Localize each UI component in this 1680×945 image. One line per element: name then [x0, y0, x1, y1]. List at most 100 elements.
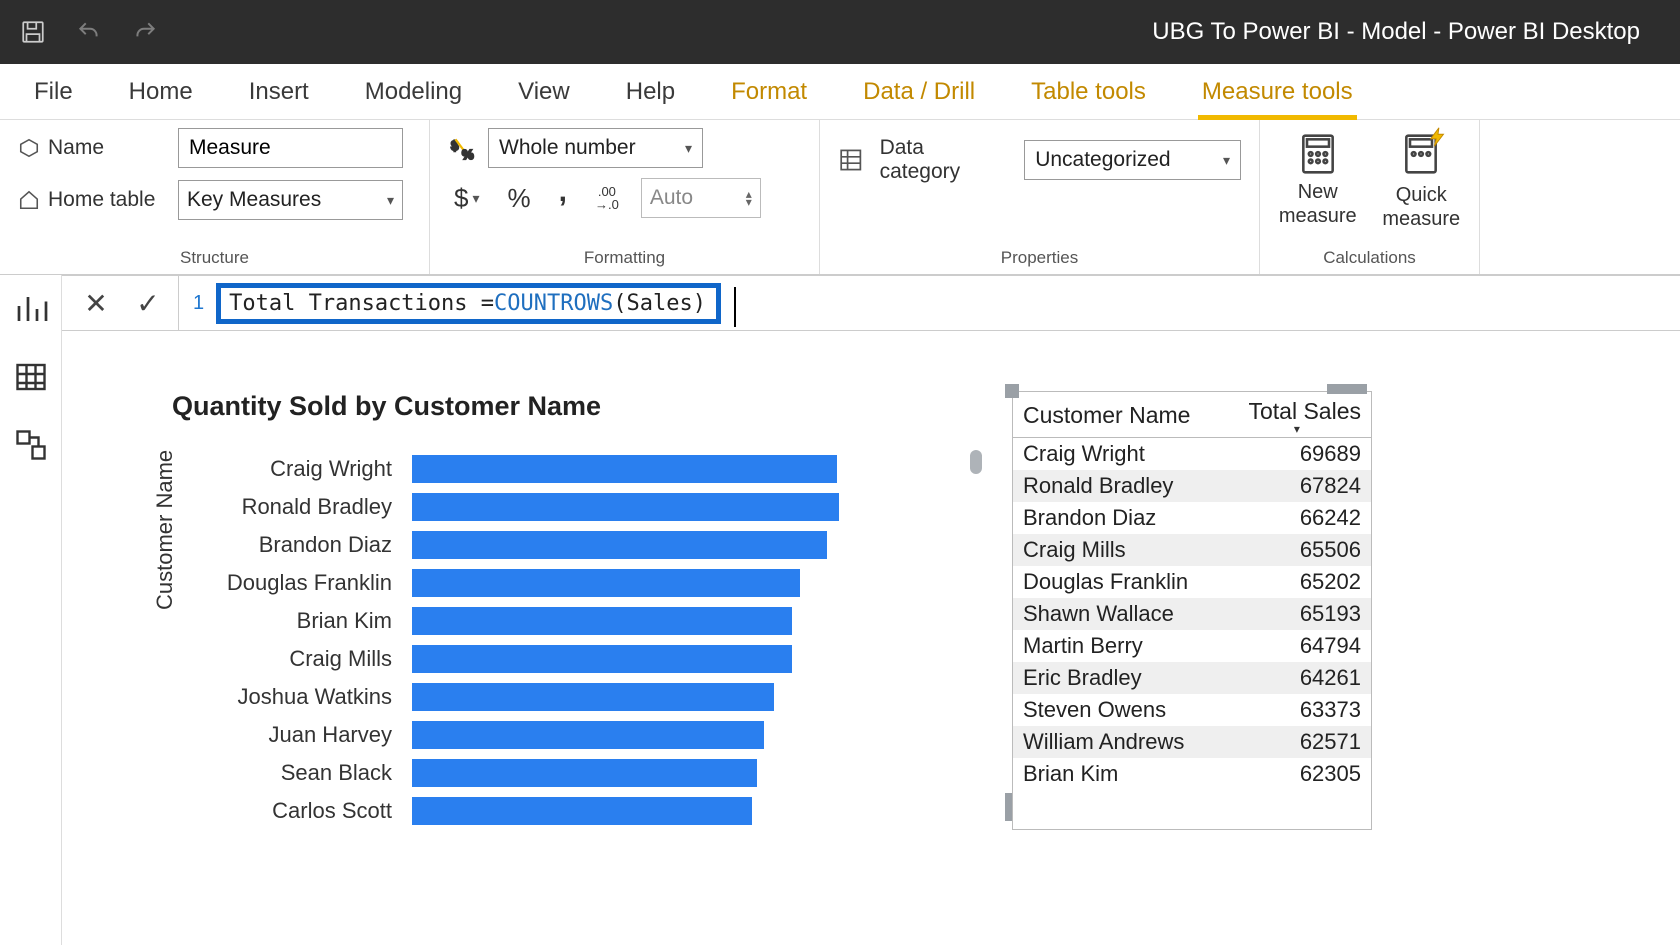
bar[interactable]	[412, 721, 764, 749]
table-scrollbar[interactable]	[1005, 793, 1012, 821]
table-visual[interactable]: Customer Name Total Sales ▾ Craig Wright…	[1012, 391, 1372, 830]
bar[interactable]	[412, 797, 752, 825]
bar-row[interactable]: Sean Black	[412, 754, 952, 792]
cell-sales: 66242	[1223, 502, 1371, 534]
tab-insert[interactable]: Insert	[245, 66, 313, 118]
tab-view[interactable]: View	[514, 66, 574, 118]
bar[interactable]	[412, 569, 800, 597]
data-category-select[interactable]: Uncategorized ▾	[1024, 140, 1241, 180]
quick-measure-button[interactable]: Quick measure	[1382, 132, 1462, 231]
bar-row[interactable]: Brandon Diaz	[412, 526, 952, 564]
formula-editor[interactable]: 1 Total Transactions = COUNTROWS( Sales …	[179, 283, 721, 324]
report-view-button[interactable]	[13, 291, 49, 327]
bar[interactable]	[412, 531, 827, 559]
bar-row[interactable]: Douglas Franklin	[412, 564, 952, 602]
bar[interactable]	[412, 493, 839, 521]
table-header-name[interactable]: Customer Name	[1013, 392, 1223, 438]
content-area: ✕ ✓ 1 Total Transactions = COUNTROWS( Sa…	[0, 275, 1680, 945]
tab-table-tools[interactable]: Table tools	[1027, 66, 1150, 118]
home-table-value: Key Measures	[187, 188, 321, 212]
cell-name: Brian Kim	[1013, 758, 1223, 790]
bar-label: Craig Wright	[172, 456, 402, 482]
home-table-label: Home table	[48, 188, 155, 212]
table-row[interactable]: Brandon Diaz66242	[1013, 502, 1371, 534]
tab-help[interactable]: Help	[622, 66, 679, 118]
table-row[interactable]: Ronald Bradley67824	[1013, 470, 1371, 502]
tab-modeling[interactable]: Modeling	[361, 66, 466, 118]
table-header-sales[interactable]: Total Sales ▾	[1223, 392, 1371, 438]
cell-name: Shawn Wallace	[1013, 598, 1223, 630]
calculator-icon	[1296, 132, 1340, 176]
format-mode-icon[interactable]: $%	[448, 134, 476, 162]
tab-measure-tools[interactable]: Measure tools	[1198, 66, 1357, 118]
cell-sales: 64261	[1223, 662, 1371, 694]
table-row[interactable]: Craig Mills65506	[1013, 534, 1371, 566]
table-row[interactable]: Martin Berry64794	[1013, 630, 1371, 662]
table-row[interactable]: Craig Wright69689	[1013, 438, 1371, 471]
measure-name-input[interactable]	[178, 128, 403, 168]
chart-title: Quantity Sold by Customer Name	[172, 391, 952, 422]
tab-data-drill[interactable]: Data / Drill	[859, 66, 979, 118]
cell-name: Ronald Bradley	[1013, 470, 1223, 502]
formula-cancel-button[interactable]: ✕	[82, 287, 110, 320]
table-row[interactable]: Brian Kim62305	[1013, 758, 1371, 790]
formula-commit-button[interactable]: ✓	[134, 287, 162, 320]
table-row[interactable]: Douglas Franklin65202	[1013, 566, 1371, 598]
bar-label: Carlos Scott	[172, 798, 402, 824]
home-table-select[interactable]: Key Measures ▾	[178, 180, 403, 220]
tag-icon	[18, 137, 40, 159]
new-measure-button[interactable]: New measure	[1278, 132, 1358, 231]
percent-button[interactable]: %	[502, 178, 537, 218]
number-format-select[interactable]: Whole number ▾	[488, 128, 703, 168]
cell-sales: 62571	[1223, 726, 1371, 758]
new-measure-label: New measure	[1278, 180, 1358, 228]
cell-name: Martin Berry	[1013, 630, 1223, 662]
formula-text[interactable]: Total Transactions = COUNTROWS( Sales )	[216, 283, 721, 324]
tab-format[interactable]: Format	[727, 66, 811, 118]
bar-row[interactable]: Joshua Watkins	[412, 678, 952, 716]
bar-row[interactable]: Brian Kim	[412, 602, 952, 640]
bar-row[interactable]: Juan Harvey	[412, 716, 952, 754]
table-row[interactable]: William Andrews62571	[1013, 726, 1371, 758]
redo-icon[interactable]	[132, 19, 158, 45]
model-view-button[interactable]	[13, 427, 49, 463]
bar-label: Brian Kim	[172, 608, 402, 634]
data-view-button[interactable]	[13, 359, 49, 395]
sort-desc-icon: ▾	[1233, 425, 1361, 433]
table-row[interactable]: Shawn Wallace65193	[1013, 598, 1371, 630]
decimals-button[interactable]: .00 →.0	[589, 178, 625, 218]
decimals-spinner[interactable]: Auto ▴▾	[641, 178, 761, 218]
bar-row[interactable]: Ronald Bradley	[412, 488, 952, 526]
bar-row[interactable]: Craig Wright	[412, 450, 952, 488]
cell-sales: 65193	[1223, 598, 1371, 630]
save-icon[interactable]	[20, 19, 46, 45]
table-row[interactable]: Steven Owens63373	[1013, 694, 1371, 726]
spinner-arrows-icon[interactable]: ▴▾	[746, 190, 752, 206]
bar-label: Juan Harvey	[172, 722, 402, 748]
chart-scrollbar[interactable]	[970, 450, 982, 474]
cell-sales: 67824	[1223, 470, 1371, 502]
group-label-formatting: Formatting	[448, 244, 801, 274]
undo-icon[interactable]	[76, 19, 102, 45]
bar-row[interactable]: Carlos Scott	[412, 792, 952, 830]
tab-file[interactable]: File	[30, 66, 77, 118]
bar[interactable]	[412, 645, 792, 673]
bar-row[interactable]: Craig Mills	[412, 640, 952, 678]
bar-chart-visual[interactable]: Quantity Sold by Customer Name Customer …	[172, 391, 952, 830]
currency-button[interactable]: $ ▾	[448, 178, 486, 218]
bar[interactable]	[412, 607, 792, 635]
ribbon-group-structure: Name Home table Key Measures ▾ Structure	[0, 120, 430, 274]
bar-label: Brandon Diaz	[172, 532, 402, 558]
report-surface[interactable]: Quantity Sold by Customer Name Customer …	[62, 331, 1680, 830]
bar-label: Craig Mills	[172, 646, 402, 672]
number-format-value: Whole number	[499, 136, 636, 160]
thousands-button[interactable]: ,	[553, 178, 573, 218]
bar-chart-icon	[13, 291, 49, 327]
bar[interactable]	[412, 759, 757, 787]
bar[interactable]	[412, 683, 774, 711]
bar[interactable]	[412, 455, 837, 483]
group-label-structure: Structure	[18, 244, 411, 274]
tab-home[interactable]: Home	[125, 66, 197, 118]
chevron-down-icon: ▾	[387, 192, 394, 209]
table-row[interactable]: Eric Bradley64261	[1013, 662, 1371, 694]
